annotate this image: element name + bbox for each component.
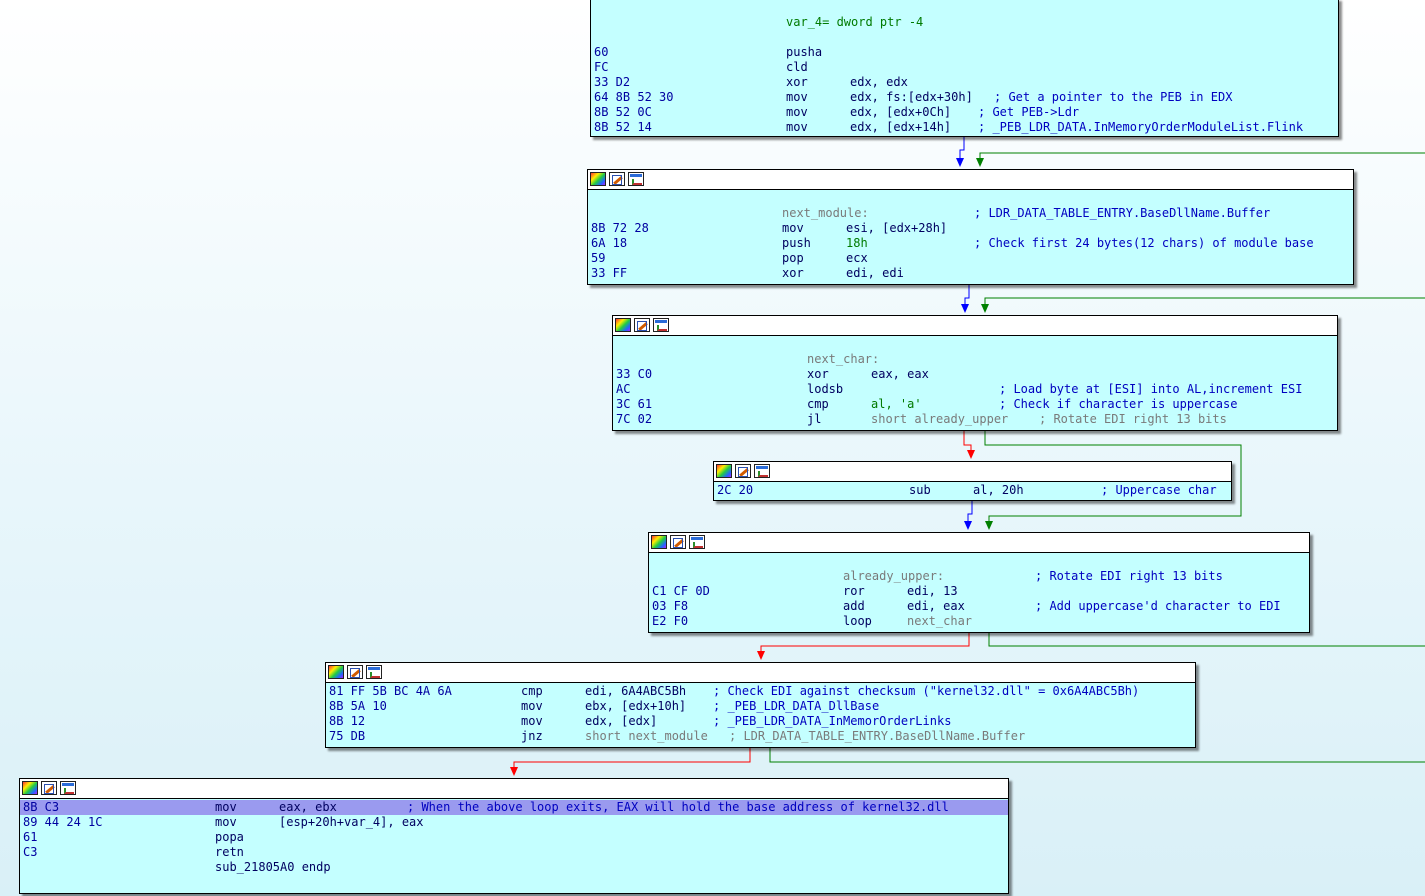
code-line[interactable]: 89 44 24 1C mov [esp+20h+var_4], eax <box>20 815 1008 830</box>
code-line[interactable]: 6A 18 push 18h; Check first 24 bytes(12 ch… <box>588 236 1353 251</box>
code-label[interactable]: next_module: <box>782 206 869 221</box>
edge-loop-back-next-char[interactable] <box>984 297 1425 312</box>
code-line[interactable]: 60 pusha <box>591 45 1338 60</box>
edge-jnz-false-to-exit[interactable] <box>513 746 751 775</box>
rename-pencil-icon[interactable] <box>347 665 363 679</box>
code-line[interactable]: 3C 61 cmp al, 'a'; Check if character is u… <box>613 397 1337 412</box>
graph-view-icon[interactable] <box>689 535 705 549</box>
edge-loop-continue[interactable] <box>988 631 1425 647</box>
edge-loop-exit-to-checksum-arrowhead <box>757 651 765 660</box>
code-line[interactable]: next_module:; LDR_DATA_TABLE_ENTRY.BaseD… <box>588 206 1353 221</box>
code-line[interactable]: already_upper:; Rotate EDI right 13 bits <box>649 569 1309 584</box>
node-exit[interactable]: 8B C3 mov eax, ebx; When the above loop ex… <box>19 778 1009 894</box>
code-line[interactable]: 81 FF 5B BC 4A 6A cmp edi, 6A4ABC5Bh; Chec… <box>326 684 1195 699</box>
graph-view-icon[interactable] <box>653 318 669 332</box>
node-header <box>714 462 1231 482</box>
rename-pencil-icon[interactable] <box>634 318 650 332</box>
code-label[interactable]: next_char: <box>807 352 879 367</box>
node-entry[interactable]: var_4= dword ptr -4 60 pusha FC cld 33 D2 x… <box>590 0 1339 137</box>
code-line[interactable]: 8B 5A 10 mov ebx, [edx+10h]; _PEB_LDR_DATA… <box>326 699 1195 714</box>
edge-jnz-true-to-next-module[interactable] <box>769 746 1425 763</box>
code-line[interactable]: E2 F0 loop next_char <box>649 614 1309 629</box>
code-line[interactable]: 59 pop ecx <box>588 251 1353 266</box>
color-palette-icon[interactable] <box>716 464 732 478</box>
code-line[interactable]: FC cld <box>591 60 1338 75</box>
edge-loop-back-next-module[interactable] <box>979 152 1425 166</box>
edge-loop-back-next-module-arrowhead <box>976 158 984 167</box>
edge-jnz-false-to-exit-arrowhead <box>510 767 518 776</box>
rename-pencil-icon[interactable] <box>41 781 57 795</box>
color-palette-icon[interactable] <box>651 535 667 549</box>
color-palette-icon[interactable] <box>615 318 631 332</box>
graph-view-icon[interactable] <box>60 781 76 795</box>
code-line[interactable]: 7C 02 jl short already_upper; Rotate EDI r… <box>613 412 1337 427</box>
code-line[interactable]: 33 D2 xor edx, edx <box>591 75 1338 90</box>
code-line-selected[interactable]: 8B C3 mov eax, ebx; When the above loop ex… <box>20 800 1008 815</box>
node-header <box>649 533 1309 553</box>
code-line[interactable]: 33 C0 xor eax, eax <box>613 367 1337 382</box>
code-line[interactable]: 8B 52 0C mov edx, [edx+0Ch]; Get PEB->Ldr <box>591 105 1338 120</box>
code-line[interactable]: 64 8B 52 30 mov edx, fs:[edx+30h]; Get a p… <box>591 90 1338 105</box>
edge-loop-exit-to-checksum[interactable] <box>760 631 970 659</box>
code-line[interactable]: 33 FF xor edi, edi <box>588 266 1353 281</box>
graph-view-icon[interactable] <box>628 172 644 186</box>
edge-loop-back-next-char-arrowhead <box>981 304 989 313</box>
code-line[interactable]: next_char: <box>613 352 1337 367</box>
edge-jl-false-to-sub-arrowhead <box>967 450 975 459</box>
jump-target-link[interactable]: short next_module <box>585 729 708 744</box>
code-line[interactable]: C1 CF 0D ror edi, 13 <box>649 584 1309 599</box>
code-line[interactable]: 2C 20 sub al, 20h; Uppercase char <box>714 483 1231 498</box>
code-line[interactable]: C3 retn <box>20 845 1008 860</box>
rename-pencil-icon[interactable] <box>609 172 625 186</box>
local-var-label: var_4= dword ptr -4 <box>786 15 924 29</box>
code-line[interactable]: 8B 72 28 mov esi, [edx+28h] <box>588 221 1353 236</box>
node-header <box>588 170 1353 190</box>
color-palette-icon[interactable] <box>590 172 606 186</box>
rename-pencil-icon[interactable] <box>670 535 686 549</box>
node-next-char[interactable]: next_char: 33 C0 xor eax, eax AC lodsb; Loa… <box>612 315 1338 431</box>
code-line[interactable]: 03 F8 add edi, eax; Add uppercase'd charac… <box>649 599 1309 614</box>
node-checksum[interactable]: 81 FF 5B BC 4A 6A cmp edi, 6A4ABC5Bh; Chec… <box>325 662 1196 748</box>
graph-view-icon[interactable] <box>366 665 382 679</box>
edge-jl-true-to-already-upper-arrowhead <box>985 521 993 530</box>
code-line[interactable]: 61 popa <box>20 830 1008 845</box>
node-header <box>326 663 1195 683</box>
jump-target-link[interactable]: short already_upper <box>871 412 1008 427</box>
node-uppercase[interactable]: 2C 20 sub al, 20h; Uppercase char <box>713 461 1232 501</box>
code-line[interactable]: var_4= dword ptr -4 <box>591 15 1338 30</box>
jump-target-link[interactable]: next_char <box>907 614 972 629</box>
code-line[interactable]: 8B 12 mov edx, [edx]; _PEB_LDR_DATA_InMemo… <box>326 714 1195 729</box>
code-line[interactable]: AC lodsb; Load byte at [ESI] into AL,incr… <box>613 382 1337 397</box>
color-palette-icon[interactable] <box>22 781 38 795</box>
color-palette-icon[interactable] <box>328 665 344 679</box>
rename-pencil-icon[interactable] <box>735 464 751 478</box>
code-line[interactable]: 75 DB jnz short next_module; LDR_DATA_TABL… <box>326 729 1195 744</box>
code-line[interactable]: 8B 52 14 mov edx, [edx+14h]; _PEB_LDR_DATA… <box>591 120 1338 135</box>
edge-sub-to-already-upper-arrowhead <box>964 521 972 530</box>
edge-next-module-to-next-char-arrowhead <box>961 304 969 313</box>
edge-entry-to-next-module-arrowhead <box>956 158 964 167</box>
node-already-upper[interactable]: already_upper:; Rotate EDI right 13 bits… <box>648 532 1310 633</box>
code-line[interactable]: sub_21805A0 endp <box>20 860 1008 875</box>
code-label[interactable]: already_upper: <box>843 569 944 584</box>
node-header <box>613 316 1337 336</box>
node-header <box>20 779 1008 799</box>
node-next-module[interactable]: next_module:; LDR_DATA_TABLE_ENTRY.BaseD… <box>587 169 1354 285</box>
graph-view-icon[interactable] <box>754 464 770 478</box>
